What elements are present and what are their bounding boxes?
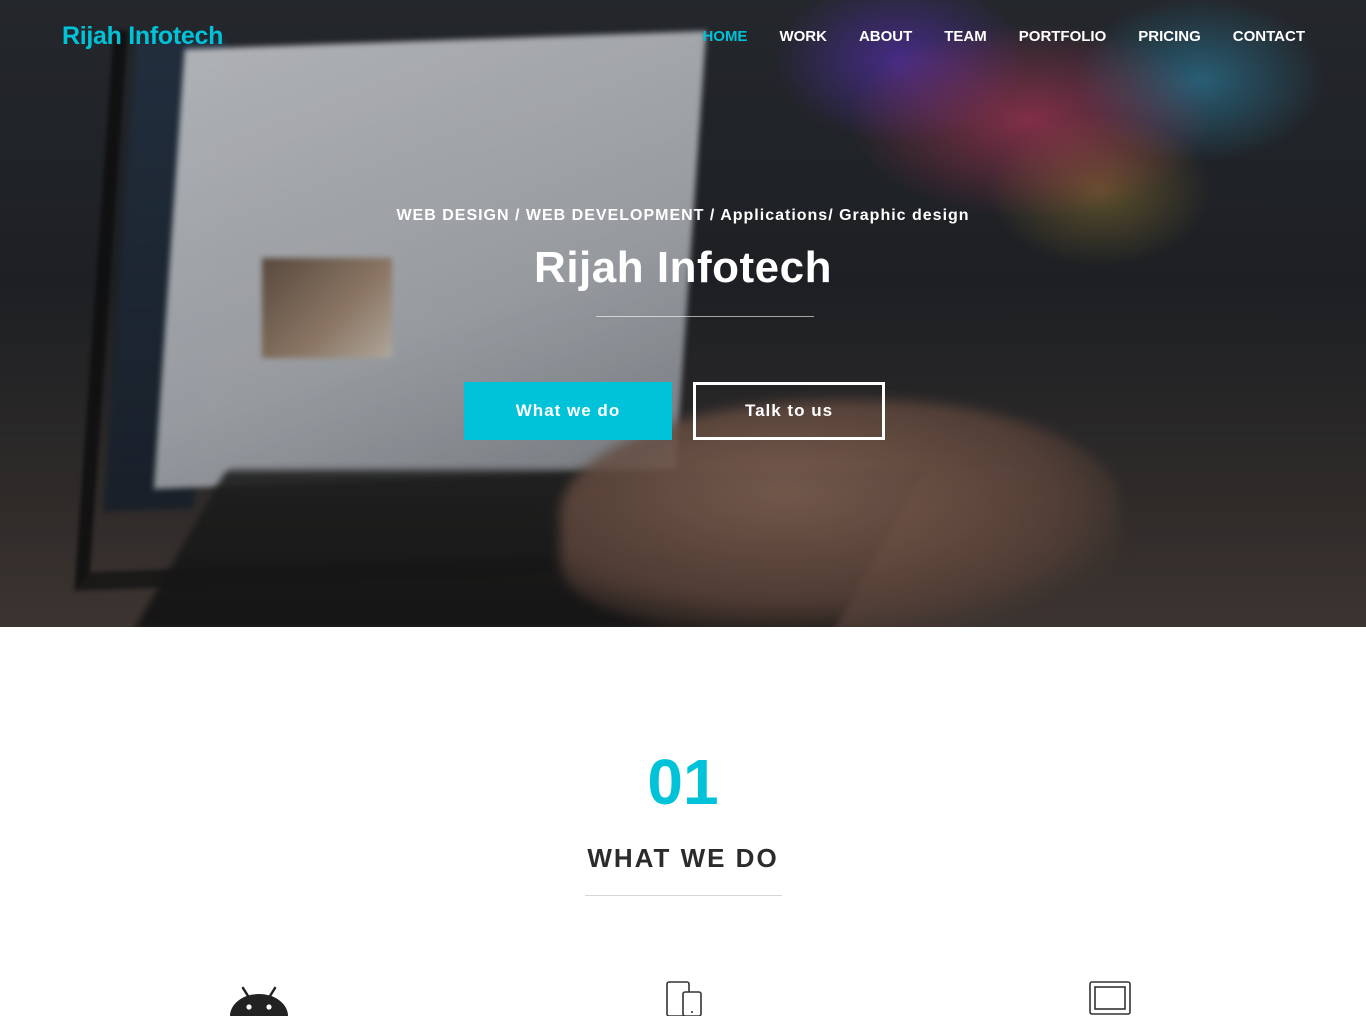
hero-title: Rijah Infotech <box>534 243 832 292</box>
hero-overlay <box>0 0 1366 627</box>
android-icon <box>230 986 288 1016</box>
section-number: 01 <box>647 746 719 818</box>
nav-item-pricing[interactable]: PRICING <box>1138 28 1201 45</box>
brand-logo[interactable]: Rijah Infotech <box>62 22 223 51</box>
nav-item-about[interactable]: ABOUT <box>859 28 912 45</box>
nav-item-work[interactable]: WORK <box>779 28 827 45</box>
mobile-devices-icon <box>666 981 702 1016</box>
hero-section: Rijah Infotech HOME WORK ABOUT TEAM PORT… <box>0 0 1366 627</box>
hero-divider <box>596 316 814 317</box>
nav-item-home[interactable]: HOME <box>702 28 747 45</box>
desktop-icon <box>1089 981 1131 1015</box>
what-we-do-button[interactable]: What we do <box>464 382 672 440</box>
section-title: WHAT WE DO <box>587 843 779 873</box>
section-divider <box>585 895 782 896</box>
nav-item-team[interactable]: TEAM <box>944 28 987 45</box>
hero-tagline: WEB DESIGN / WEB DEVELOPMENT / Applicati… <box>396 207 970 224</box>
main-nav: HOME WORK ABOUT TEAM PORTFOLIO PRICING C… <box>702 28 1305 45</box>
talk-to-us-button[interactable]: Talk to us <box>693 382 885 440</box>
nav-item-contact[interactable]: CONTACT <box>1233 28 1305 45</box>
nav-item-portfolio[interactable]: PORTFOLIO <box>1019 28 1107 45</box>
